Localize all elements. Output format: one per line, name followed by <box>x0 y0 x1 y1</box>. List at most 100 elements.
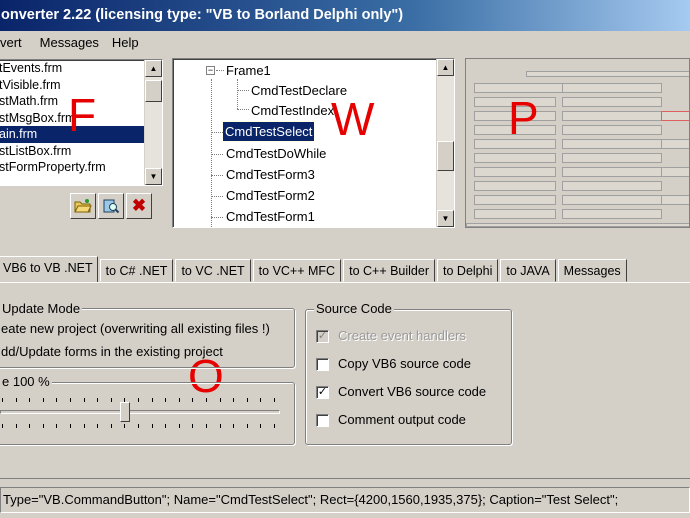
tree-node[interactable]: CmdTestDoWhile <box>226 144 326 163</box>
tab-java[interactable]: to JAVA <box>500 259 556 282</box>
annotation-p: P <box>508 92 539 144</box>
option-create-new-project[interactable]: eate new project (overwriting all existi… <box>1 321 270 336</box>
file-list-item[interactable]: tEvents.frm <box>0 60 162 77</box>
collapse-icon[interactable]: − <box>206 66 215 75</box>
tree-node[interactable]: CmdTestForm3 <box>226 165 315 184</box>
tree-node[interactable]: CmdTestForm1 <box>226 207 315 226</box>
checkbox-comment-output[interactable] <box>316 414 329 427</box>
slider-tick <box>29 398 31 402</box>
scroll-down-icon[interactable]: ▼ <box>145 168 162 185</box>
checkbox-convert-vb6-source[interactable]: ✓ <box>316 386 329 399</box>
search-files-icon[interactable] <box>98 193 124 219</box>
slider-tick <box>42 424 44 428</box>
slider-tick <box>192 398 194 402</box>
slider-tick <box>165 424 167 428</box>
slider-tick <box>2 398 3 402</box>
tree-node[interactable]: CmdTestForm2 <box>226 186 315 205</box>
scroll-thumb[interactable] <box>437 141 454 171</box>
window-title: onverter 2.22 (licensing type: "VB to Bo… <box>0 0 690 31</box>
slider-tick <box>206 424 207 428</box>
status-text: Type="VB.CommandButton"; Name="CmdTestSe… <box>0 487 690 513</box>
tab-csharp[interactable]: to C# .NET <box>99 259 174 282</box>
annotation-f: F <box>68 89 97 141</box>
tab-delphi[interactable]: to Delphi <box>437 259 499 282</box>
slider-tick <box>151 398 153 402</box>
scroll-up-icon[interactable]: ▲ <box>437 59 454 76</box>
slider-tick <box>70 424 71 428</box>
menu-messages[interactable]: Messages <box>40 35 99 50</box>
file-list-item[interactable]: stListBox.frm <box>0 143 162 160</box>
folder-open-icon[interactable] <box>70 193 96 219</box>
slider-tick <box>110 424 112 428</box>
slider-tick <box>246 424 248 428</box>
slider-tick <box>56 398 58 402</box>
scale-label: e 100 % <box>0 374 52 389</box>
annotation-w: W <box>331 93 375 145</box>
control-tree[interactable]: − Frame1 CmdTestDeclare CmdTestIndex Cmd… <box>172 58 455 228</box>
slider-tick <box>56 424 58 428</box>
slider-tick <box>274 424 275 428</box>
form-preview[interactable] <box>465 58 690 228</box>
slider-tick <box>110 398 112 402</box>
slider-tick <box>246 398 248 402</box>
slider-tick <box>29 424 31 428</box>
label-copy-vb6-source: Copy VB6 source code <box>338 356 471 371</box>
slider-tick <box>124 398 126 402</box>
slider-tick <box>15 424 17 428</box>
slider-tick <box>192 424 194 428</box>
tab-vcnet[interactable]: to VC .NET <box>175 259 251 282</box>
slider-tick <box>206 398 207 402</box>
slider-tick <box>233 398 235 402</box>
slider-tick <box>219 424 221 428</box>
checkbox-create-event-handlers[interactable]: ✓ <box>316 330 329 343</box>
slider-tick <box>151 424 153 428</box>
file-list-scrollbar[interactable]: ▲ ▼ <box>144 60 162 185</box>
slider-tick <box>219 398 221 402</box>
slider-tick <box>97 424 99 428</box>
tab-vc-mfc[interactable]: to VC++ MFC <box>252 259 342 282</box>
label-convert-vb6-source: Convert VB6 source code <box>338 384 487 399</box>
scale-slider-thumb[interactable] <box>120 402 130 422</box>
update-mode-group <box>0 308 295 368</box>
tab-messages[interactable]: Messages <box>557 259 627 282</box>
tree-scrollbar[interactable]: ▲ ▼ <box>436 59 454 227</box>
slider-tick <box>138 398 139 402</box>
menu-help[interactable]: Help <box>112 35 139 50</box>
scroll-up-icon[interactable]: ▲ <box>145 60 162 77</box>
slider-tick <box>178 424 180 428</box>
tree-node-selected[interactable]: CmdTestSelect <box>221 121 316 142</box>
conversion-tabs: VB6 to VB .NET to C# .NET to VC .NET to … <box>0 256 690 283</box>
slider-tick <box>138 424 139 428</box>
slider-tick <box>70 398 71 402</box>
slider-tick <box>42 398 44 402</box>
slider-tick <box>178 398 180 402</box>
scale-slider-track[interactable] <box>0 410 280 414</box>
slider-tick <box>2 424 3 428</box>
label-create-event-handlers: Create event handlers <box>338 328 466 343</box>
slider-tick <box>97 398 99 402</box>
option-update-forms[interactable]: dd/Update forms in the existing project <box>1 344 223 359</box>
tree-node[interactable]: CmdTestIndex <box>251 101 334 120</box>
scroll-thumb[interactable] <box>145 80 162 102</box>
label-comment-output: Comment output code <box>338 412 466 427</box>
delete-x-icon[interactable]: ✖ <box>126 193 152 219</box>
menu-bar: vert Messages Help <box>0 31 690 53</box>
slider-tick <box>83 398 85 402</box>
update-mode-label: Update Mode <box>0 301 83 316</box>
slider-tick <box>274 398 275 402</box>
slider-tick <box>233 424 235 428</box>
tree-node-root[interactable]: Frame1 <box>226 61 271 80</box>
checkbox-copy-vb6-source[interactable] <box>316 358 329 371</box>
file-toolbar: ✖ <box>70 193 152 219</box>
scroll-down-icon[interactable]: ▼ <box>437 210 454 227</box>
tab-cpp-builder[interactable]: to C++ Builder <box>343 259 436 282</box>
menu-convert[interactable]: vert <box>0 35 22 50</box>
file-list-item[interactable]: stFormProperty.frm <box>0 159 162 176</box>
status-bar: Type="VB.CommandButton"; Name="CmdTestSe… <box>0 478 690 518</box>
slider-tick <box>260 424 262 428</box>
source-code-label: Source Code <box>314 301 394 316</box>
tab-vb6-to-vbnet[interactable]: VB6 to VB .NET <box>0 256 98 282</box>
slider-tick <box>15 398 17 402</box>
slider-tick <box>124 424 126 428</box>
slider-tick <box>260 398 262 402</box>
